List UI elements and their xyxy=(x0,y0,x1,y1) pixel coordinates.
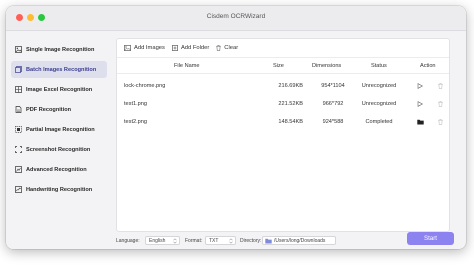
column-header-file-name: File Name xyxy=(174,62,200,69)
file-size: 221.52KB xyxy=(278,101,303,107)
file-dimensions: 966*792 xyxy=(322,101,344,107)
file-panel: Add Images Add Folder Clear File Name Si… xyxy=(116,38,450,232)
image-excel-icon xyxy=(15,86,22,93)
sidebar: Single Image Recognition Batch Images Re… xyxy=(6,31,112,249)
table-row[interactable]: lock-chrome.png 216.69KB 954*1104 Unreco… xyxy=(117,77,449,95)
column-header-size: Size xyxy=(273,62,284,69)
pdf-icon xyxy=(15,106,22,113)
add-folder-label: Add Folder xyxy=(180,45,210,51)
chevron-updown-icon xyxy=(229,238,233,244)
column-header-dimensions: Dimensions xyxy=(312,62,342,69)
bottom-bar: Language: English Format: TXT Directory:… xyxy=(116,232,462,248)
sidebar-item-pdf[interactable]: PDF Recognition xyxy=(11,101,107,118)
sidebar-item-label: Screenshot Recognition xyxy=(26,146,91,153)
trash-icon[interactable] xyxy=(438,101,443,107)
row-actions xyxy=(417,95,443,113)
trash-icon[interactable] xyxy=(438,119,443,125)
folder-icon xyxy=(265,238,272,243)
sidebar-item-label: Advanced Recognition xyxy=(26,166,87,173)
sidebar-item-image-excel[interactable]: Image Excel Recognition xyxy=(11,81,107,98)
chevron-updown-icon xyxy=(173,238,177,244)
language-label: Language: xyxy=(116,238,140,244)
partial-image-icon xyxy=(15,126,22,133)
app-window: Cisdem OCRWizard Single Image Recognitio… xyxy=(6,6,466,249)
clear-label: Clear xyxy=(224,45,239,51)
single-image-icon xyxy=(15,46,22,53)
add-images-label: Add Images xyxy=(134,45,165,51)
table-header: File Name Size Dimensions Status Action xyxy=(117,58,449,74)
screenshot-icon xyxy=(15,146,22,153)
sidebar-item-advanced[interactable]: Advanced Recognition xyxy=(11,161,107,178)
file-status: Completed xyxy=(365,119,393,125)
directory-label: Directory: xyxy=(240,238,262,244)
table-row[interactable]: test1.png 221.52KB 966*792 Unrecognized xyxy=(117,95,449,113)
sidebar-item-label: Image Excel Recognition xyxy=(26,86,93,93)
file-name: test2.png xyxy=(124,119,148,125)
language-select[interactable]: English xyxy=(145,236,180,245)
sidebar-item-label: Handwriting Recognition xyxy=(26,186,93,193)
play-icon[interactable] xyxy=(417,83,423,89)
file-dimensions: 954*1104 xyxy=(321,83,345,89)
toolbar: Add Images Add Folder Clear xyxy=(117,39,449,58)
add-folder-button[interactable]: Add Folder xyxy=(172,45,209,51)
sidebar-item-batch-images[interactable]: Batch Images Recognition xyxy=(11,61,107,78)
add-images-button[interactable]: Add Images xyxy=(124,45,165,51)
sidebar-item-label: PDF Recognition xyxy=(26,106,72,113)
format-label: Format: xyxy=(185,238,203,244)
directory-field[interactable]: /Users/long/Downloads xyxy=(262,236,336,245)
sidebar-item-partial-image[interactable]: Partial Image Recognition xyxy=(11,121,107,138)
file-status: Unrecognized xyxy=(361,101,397,107)
file-size: 216.69KB xyxy=(278,83,303,89)
row-actions xyxy=(417,113,443,131)
sidebar-item-label: Single Image Recognition xyxy=(26,46,95,53)
folder-icon[interactable] xyxy=(417,119,424,125)
sidebar-item-screenshot[interactable]: Screenshot Recognition xyxy=(11,141,107,158)
title-bar: Cisdem OCRWizard xyxy=(6,6,466,31)
file-name: test1.png xyxy=(124,101,148,107)
start-button[interactable]: Start xyxy=(407,232,454,245)
language-value: English xyxy=(149,237,166,244)
column-header-action: Action xyxy=(420,62,436,69)
play-icon[interactable] xyxy=(417,101,423,107)
advanced-icon xyxy=(15,166,22,173)
file-status: Unrecognized xyxy=(361,83,397,89)
row-actions xyxy=(417,77,443,95)
sidebar-item-single-image[interactable]: Single Image Recognition xyxy=(11,41,107,58)
table-row[interactable]: test2.png 148.54KB 924*588 Completed xyxy=(117,113,449,131)
sidebar-item-label: Partial Image Recognition xyxy=(26,126,95,133)
add-folder-icon xyxy=(172,45,178,51)
format-select[interactable]: TXT xyxy=(205,236,236,245)
handwriting-icon xyxy=(15,186,22,193)
format-value: TXT xyxy=(209,237,219,244)
add-images-icon xyxy=(124,45,131,51)
file-name: lock-chrome.png xyxy=(124,83,166,89)
sidebar-item-handwriting[interactable]: Handwriting Recognition xyxy=(11,181,107,198)
clear-button[interactable]: Clear xyxy=(216,45,238,51)
trash-icon xyxy=(216,45,221,51)
batch-images-icon xyxy=(15,66,22,73)
trash-icon[interactable] xyxy=(438,83,443,89)
directory-value: /Users/long/Downloads xyxy=(274,237,326,244)
window-title: Cisdem OCRWizard xyxy=(206,13,266,20)
file-size: 148.54KB xyxy=(278,119,303,125)
file-dimensions: 924*588 xyxy=(322,119,344,125)
sidebar-item-label: Batch Images Recognition xyxy=(26,66,97,73)
column-header-status: Status xyxy=(371,62,387,69)
